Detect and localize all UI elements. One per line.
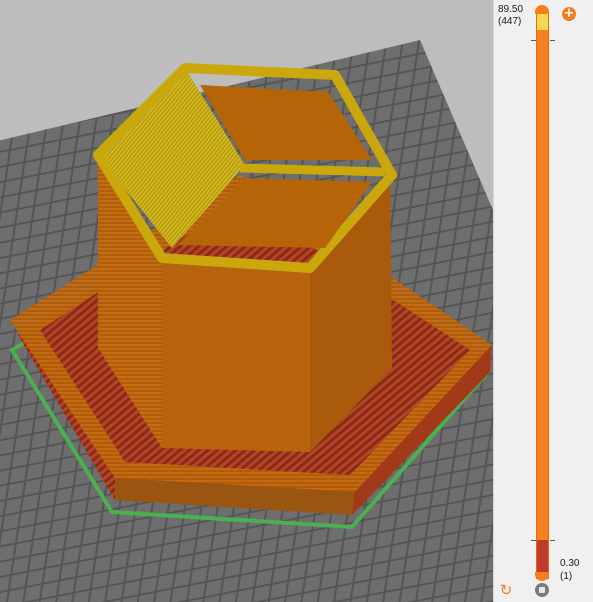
lower-thumb[interactable] xyxy=(535,572,549,581)
top-height-label: 89.50 xyxy=(498,4,524,15)
slider-tick xyxy=(550,40,555,41)
plus-circle-icon[interactable]: + xyxy=(562,7,576,21)
slider-tick xyxy=(550,540,555,541)
column-front-wall xyxy=(162,258,310,452)
slider-tick xyxy=(531,40,536,41)
divider-rim xyxy=(239,163,386,177)
print-preview-canvas xyxy=(0,0,493,602)
upper-thumb[interactable] xyxy=(535,5,549,14)
slider-tick xyxy=(531,540,536,541)
first-layer-fill xyxy=(537,540,548,575)
bottom-height-label: 0.30 xyxy=(560,558,580,569)
layer-slider-panel: 89.50 (447) + 0.30 (1) ↻ xyxy=(493,0,593,602)
top-layer-label: (447) xyxy=(498,16,522,27)
layer-range-fill xyxy=(537,30,548,542)
bottom-layer-label: (1) xyxy=(560,571,573,582)
3d-preview-viewport[interactable] xyxy=(0,0,493,602)
cog-icon[interactable] xyxy=(535,583,549,597)
undo-icon[interactable]: ↻ xyxy=(498,582,514,598)
